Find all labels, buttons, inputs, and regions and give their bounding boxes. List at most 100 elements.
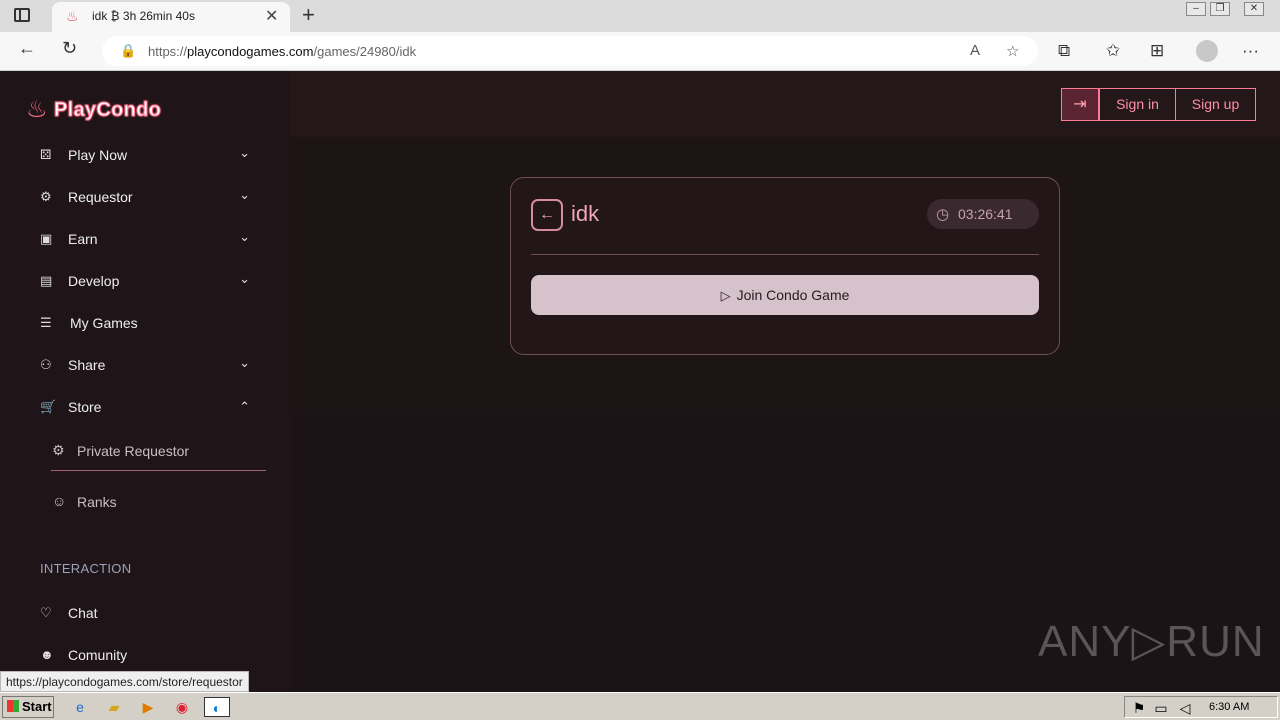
taskbar: Start e ▰ ▶ ◉ ◐ ⚑ ▭ ◁ 6:30 AM [0,692,1280,720]
robot-icon: ⚙ [40,189,52,204]
sidebar-subitem-label: Ranks [77,494,117,510]
sidebar-item-share[interactable]: ⚇ Share ⌄ [40,355,250,377]
chevron-down-icon: ⌄ [239,229,250,244]
tab-title: idk ₿ 3h 26min 40s [92,9,195,23]
top-bar: ⇥ Sign in Sign up [290,71,1280,137]
status-url-tooltip: https://playcondogames.com/store/request… [0,671,249,692]
profile-avatar[interactable] [1196,40,1218,62]
sidebar-item-earn[interactable]: ▣ Earn ⌄ [40,229,250,251]
windows-logo-icon [7,700,19,712]
robot-icon: ⚙ [52,442,65,458]
section-label-interaction: INTERACTION [40,561,132,576]
sidebar-item-label: Play Now [68,147,128,163]
sidebar-item-comunity[interactable]: ☻ Comunity [40,645,250,667]
browser-tab-bar: ♨ idk ₿ 3h 26min 40s ✕ + – ❐ ✕ [0,0,1280,32]
sidebar-item-chat[interactable]: ♡ Chat [40,603,250,625]
sidebar-item-label: Comunity [68,647,128,663]
lock-icon: 🔒 [120,43,137,58]
sidebar-item-label: Develop [68,273,120,289]
new-tab-icon[interactable]: + [302,2,315,28]
url-field[interactable]: 🔒 https://playcondogames.com/games/24980… [102,36,1038,66]
sidebar-subitem-label: Private Requestor [77,443,190,459]
game-card: ← idk ◷ 03:26:41 ▷ Join Condo Game [510,177,1060,355]
sidebar-item-store[interactable]: 🛒 Store ⌃ [40,397,250,419]
chat-icon: ♡ [40,605,52,620]
ie-icon[interactable]: e [70,697,90,717]
extensions-icon[interactable]: ⧉ [1058,41,1070,61]
dice-icon: ⚄ [40,147,52,162]
sidebar-item-my-games[interactable]: ☰ My Games [40,313,250,335]
user-rank-icon: ☺ [52,493,67,509]
folder-icon[interactable]: ▰ [104,697,124,717]
join-game-label: Join Condo Game [736,287,850,303]
browser-tab[interactable]: ♨ idk ₿ 3h 26min 40s ✕ [52,2,290,32]
add-favorite-icon[interactable]: ☆ [1006,42,1019,60]
share-icon: ⚇ [40,357,52,372]
url-text: https://playcondogames.com/games/24980/i… [148,44,417,59]
sidebar-item-play-now[interactable]: ⚄ Play Now ⌄ [40,145,250,167]
sidebar: ♨ PlayCondo ⚄ Play Now ⌄ ⚙ Requestor ⌄ ▣… [0,71,290,692]
network-icon[interactable]: ▭ [1151,698,1171,718]
logo-text: PlayCondo [53,99,162,122]
anyrun-watermark: ANY▷RUN [1038,617,1265,666]
flame-favicon-icon: ♨ [66,8,79,24]
divider [531,254,1039,255]
game-title: idk [571,201,600,226]
tab-actions-icon[interactable] [14,8,30,22]
code-file-icon: ▤ [40,273,53,288]
favorites-icon[interactable]: ✩ [1106,41,1120,61]
sidebar-item-label: Earn [68,231,98,247]
media-player-icon[interactable]: ▶ [138,697,158,717]
clock-time: 6:30 AM [1209,701,1250,713]
sign-up-button[interactable]: Sign up [1175,88,1256,121]
chevron-down-icon: ⌄ [239,187,250,202]
play-icon: ▷ [720,288,731,303]
sidebar-item-requestor[interactable]: ⚙ Requestor ⌄ [40,187,250,209]
chrome-icon[interactable]: ◉ [172,697,192,717]
sign-in-button[interactable]: Sign in [1099,88,1176,121]
sidebar-item-label: Store [68,399,102,415]
back-button[interactable]: ← [531,199,563,231]
page: ♨ PlayCondo ⚄ Play Now ⌄ ⚙ Requestor ⌄ ▣… [0,71,1280,692]
arrow-left-icon: ← [539,206,555,223]
flame-logo-icon: ♨ [26,96,48,123]
chevron-down-icon: ⌄ [239,355,250,370]
sidebar-item-develop[interactable]: ▤ Develop ⌄ [40,271,250,293]
join-game-button[interactable]: ▷ Join Condo Game [531,275,1039,315]
close-window-icon[interactable]: ✕ [1244,2,1264,16]
sidebar-subitem-ranks[interactable]: ☺ Ranks [52,490,266,516]
collections-icon[interactable]: ⊞ [1150,41,1164,61]
sidebar-item-label: Chat [68,605,98,621]
login-icon: ⇥ [1073,96,1087,113]
timer-text: 03:26:41 [958,206,1013,222]
address-bar-row: ← ↻ 🔒 https://playcondogames.com/games/2… [0,32,1280,71]
login-icon-button[interactable]: ⇥ [1061,88,1099,121]
chevron-down-icon: ⌄ [239,271,250,286]
back-arrow-icon[interactable]: ← [18,38,36,59]
restore-icon[interactable]: ❐ [1210,2,1230,16]
cart-icon: 🛒 [40,399,57,414]
chevron-down-icon: ⌄ [239,145,250,160]
start-button[interactable]: Start [2,696,54,718]
clock-icon: ◷ [936,206,950,223]
close-tab-icon[interactable]: ✕ [265,6,278,26]
sidebar-item-label: My Games [70,315,138,331]
sidebar-item-label: Share [68,357,106,373]
users-icon: ☻ [40,647,54,662]
sidebar-item-label: Requestor [68,189,133,205]
timer-badge: ◷ 03:26:41 [927,199,1039,229]
minimize-icon[interactable]: – [1186,2,1206,16]
more-menu-icon[interactable]: ··· [1242,41,1259,61]
system-tray: ⚑ ▭ ◁ 6:30 AM [1124,696,1278,718]
list-heart-icon: ☰ [40,315,52,330]
flag-icon[interactable]: ⚑ [1129,698,1149,718]
sidebar-subitem-private-requestor[interactable]: ⚙ Private Requestor [52,439,266,465]
cash-icon: ▣ [40,231,53,246]
start-label: Start [22,699,52,714]
read-aloud-icon[interactable]: A [970,42,980,59]
refresh-icon[interactable]: ↻ [62,38,77,59]
edge-icon[interactable]: ◐ [204,697,230,717]
chevron-up-icon: ⌃ [239,399,250,414]
divider [51,470,266,471]
volume-icon[interactable]: ◁ [1175,698,1195,718]
